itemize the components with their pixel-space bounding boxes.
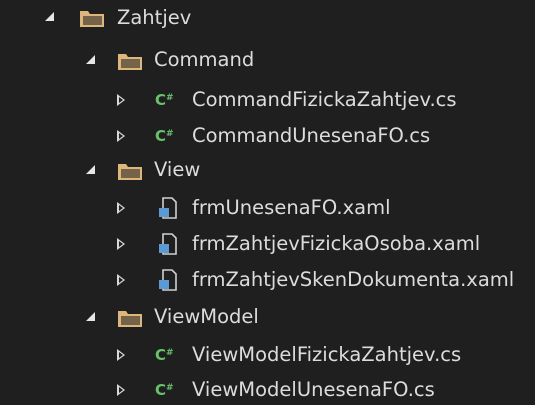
tree-item-label: frmUnesenaFO.xaml [192, 196, 391, 219]
tree-item-label: frmZahtjevSkenDokumenta.xaml [192, 268, 515, 291]
tree-item-viewmodel[interactable]: ViewModel [0, 301, 535, 333]
tree-item-file[interactable]: C # CommandUnesenaFO.cs [0, 120, 535, 152]
csharp-file-icon: C # [155, 91, 177, 108]
csharp-file-icon: C # [155, 346, 177, 363]
expand-arrow-icon[interactable] [86, 165, 95, 174]
collapse-arrow-icon[interactable] [117, 384, 125, 396]
collapse-arrow-icon[interactable] [117, 274, 125, 286]
svg-text:#: # [166, 129, 174, 139]
expand-arrow-icon[interactable] [86, 55, 95, 64]
tree-item-label: View [154, 158, 201, 181]
xaml-file-icon [158, 197, 178, 219]
svg-text:#: # [166, 348, 174, 358]
folder-icon [117, 161, 144, 182]
svg-text:C: C [155, 346, 166, 363]
folder-icon [117, 51, 144, 72]
tree-item-file[interactable]: frmZahtjevSkenDokumenta.xaml [0, 264, 535, 296]
tree-item-file[interactable]: C # ViewModelUnesenaFO.cs [0, 374, 535, 405]
tree-item-label: Zahtjev [117, 6, 192, 29]
tree-item-view[interactable]: View [0, 154, 535, 186]
collapse-arrow-icon[interactable] [117, 94, 125, 106]
xaml-file-icon [158, 269, 178, 291]
collapse-arrow-icon[interactable] [117, 130, 125, 142]
tree-item-file[interactable]: C # CommandFizickaZahtjev.cs [0, 84, 535, 116]
tree-item-label: Command [154, 48, 255, 71]
svg-text:C: C [155, 381, 166, 398]
expand-arrow-icon[interactable] [45, 12, 54, 21]
svg-text:C: C [155, 91, 166, 108]
collapse-arrow-icon[interactable] [117, 202, 125, 214]
folder-icon [117, 308, 144, 329]
csharp-file-icon: C # [155, 381, 177, 398]
solution-explorer-tree: Zahtjev Command C # CommandFizickaZahtjev… [0, 0, 535, 405]
tree-item-label: CommandUnesenaFO.cs [192, 124, 431, 147]
folder-icon [79, 8, 106, 29]
tree-item-label: frmZahtjevFizickaOsoba.xaml [192, 232, 481, 255]
tree-item-zahtjev[interactable]: Zahtjev [0, 2, 535, 34]
svg-text:#: # [166, 93, 174, 103]
svg-text:#: # [166, 383, 174, 393]
tree-item-label: ViewModelUnesenaFO.cs [192, 378, 435, 401]
tree-item-file[interactable]: frmZahtjevFizickaOsoba.xaml [0, 228, 535, 260]
tree-item-file[interactable]: frmUnesenaFO.xaml [0, 192, 535, 224]
tree-item-label: ViewModel [154, 305, 259, 328]
tree-item-file[interactable]: C # ViewModelFizickaZahtjev.cs [0, 339, 535, 371]
tree-item-label: CommandFizickaZahtjev.cs [192, 88, 457, 111]
collapse-arrow-icon[interactable] [117, 238, 125, 250]
xaml-file-icon [158, 233, 178, 255]
csharp-file-icon: C # [155, 127, 177, 144]
expand-arrow-icon[interactable] [86, 312, 95, 321]
svg-text:C: C [155, 127, 166, 144]
tree-item-command[interactable]: Command [0, 44, 535, 76]
collapse-arrow-icon[interactable] [117, 349, 125, 361]
tree-item-label: ViewModelFizickaZahtjev.cs [192, 343, 462, 366]
